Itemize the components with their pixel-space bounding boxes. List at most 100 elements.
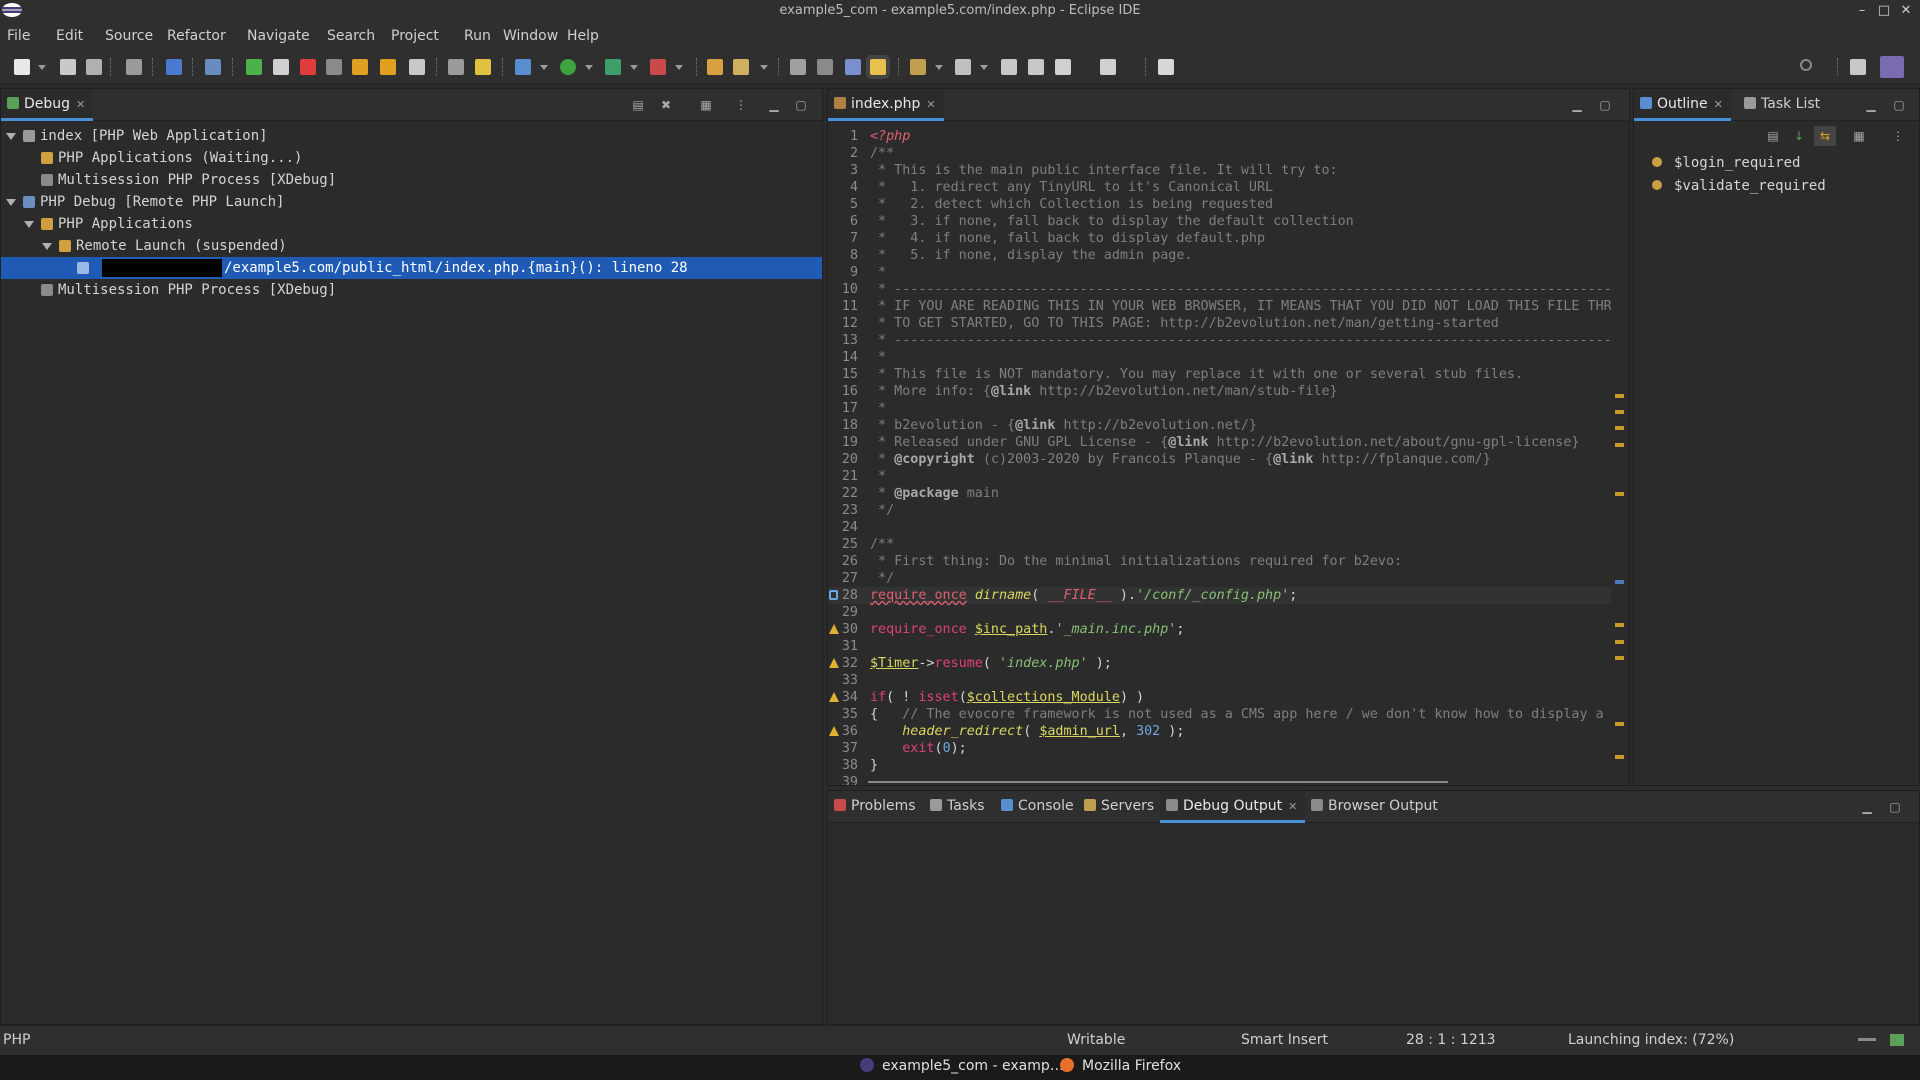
toggle-block-selection-icon[interactable]: [817, 59, 833, 75]
brush-icon[interactable]: [733, 59, 749, 75]
maximize-outline-icon[interactable]: ▢: [1892, 98, 1906, 112]
run-icon[interactable]: [560, 59, 576, 75]
menu-help[interactable]: Help: [567, 28, 599, 44]
code-line[interactable]: 4 * 1. redirect any TinyURL to it's Cano…: [828, 179, 1611, 196]
link-with-editor-icon[interactable]: ⇆: [1814, 126, 1836, 146]
code-line[interactable]: 11 * IF YOU ARE READING THIS IN YOUR WEB…: [828, 298, 1611, 315]
open-perspective-icon[interactable]: [1850, 59, 1866, 75]
code-line[interactable]: 3 * This is the main public interface fi…: [828, 162, 1611, 179]
code-line[interactable]: 20 * @copyright (c)2003-2020 by Francois…: [828, 451, 1611, 468]
next-annotation-icon[interactable]: [475, 59, 491, 75]
code-line[interactable]: 6 * 3. if none, fall back to display the…: [828, 213, 1611, 230]
taskbar-eclipse[interactable]: example5_com - examp…: [860, 1058, 1064, 1074]
tab-browser-output[interactable]: Browser Output: [1305, 791, 1446, 823]
disconnect-icon[interactable]: [326, 59, 342, 75]
next-edit-dropdown-icon[interactable]: [935, 65, 943, 70]
expand-chevron-icon[interactable]: [6, 133, 16, 140]
external-tools-icon[interactable]: [650, 59, 666, 75]
code-line[interactable]: 39: [828, 774, 1611, 785]
new-dropdown-icon[interactable]: [38, 65, 46, 70]
open-task-icon[interactable]: [166, 59, 182, 75]
last-edit-location-icon[interactable]: [1001, 59, 1017, 75]
new-file-icon[interactable]: [14, 59, 30, 75]
close-icon[interactable]: ✕: [76, 98, 85, 111]
warning-marker[interactable]: [1615, 640, 1624, 644]
forward-icon[interactable]: [1100, 59, 1116, 75]
warning-marker[interactable]: [1615, 394, 1624, 398]
collapse-outline-icon[interactable]: ▤: [1766, 129, 1780, 143]
debug-tree-item[interactable]: PHP Applications: [1, 213, 822, 235]
filter-icon[interactable]: ▦: [1852, 129, 1866, 143]
step-return-icon[interactable]: [409, 59, 425, 75]
debug-perspective-icon[interactable]: [1880, 56, 1904, 78]
save-all-icon[interactable]: [86, 59, 102, 75]
close-icon[interactable]: ✕: [1288, 800, 1297, 813]
save-icon[interactable]: [60, 59, 76, 75]
code-line[interactable]: 13 * -----------------------------------…: [828, 332, 1611, 349]
code-line[interactable]: 23 */: [828, 502, 1611, 519]
toggle-tree-icon[interactable]: ▦: [699, 98, 713, 112]
warning-marker[interactable]: [1615, 755, 1624, 759]
editor-horizontal-scrollbar[interactable]: [868, 781, 1448, 783]
code-line[interactable]: 12 * TO GET STARTED, GO TO THIS PAGE: ht…: [828, 315, 1611, 332]
code-line[interactable]: 31: [828, 638, 1611, 655]
warning-marker[interactable]: [1615, 492, 1624, 496]
expand-chevron-icon[interactable]: [24, 221, 34, 228]
prev-annotation-icon[interactable]: [955, 59, 971, 75]
code-line[interactable]: 21 *: [828, 468, 1611, 485]
suspend-icon[interactable]: [273, 59, 289, 75]
maximize-view-icon[interactable]: ▢: [794, 98, 808, 112]
expand-chevron-icon[interactable]: [42, 243, 52, 250]
code-line[interactable]: 25 /**: [828, 536, 1611, 553]
minimize-button[interactable]: –: [1851, 1, 1873, 21]
status-insert-mode[interactable]: Smart Insert: [1241, 1032, 1328, 1048]
warning-marker[interactable]: [1615, 426, 1624, 430]
skip-breakpoints-icon[interactable]: [205, 59, 221, 75]
forward-history-icon[interactable]: [1028, 59, 1044, 75]
maximize-panel-icon[interactable]: ▢: [1888, 800, 1902, 814]
menu-source[interactable]: Source: [105, 28, 153, 44]
print-icon[interactable]: [126, 59, 142, 75]
toggle-breadcrumb-icon[interactable]: [790, 59, 806, 75]
progress-view-icon[interactable]: [1890, 1034, 1904, 1046]
code-line[interactable]: 38}: [828, 757, 1611, 774]
code-line[interactable]: 8 * 5. if none, display the admin page.: [828, 247, 1611, 264]
open-folder-icon[interactable]: [707, 59, 723, 75]
code-line[interactable]: 1 <?php: [828, 128, 1611, 145]
progress-bar-icon[interactable]: [1858, 1038, 1876, 1041]
code-editor[interactable]: 1 <?php 2/** 3 * This is the main public in…: [828, 121, 1611, 785]
code-line[interactable]: 36 header_redirect( $admin_url, 302 );: [828, 723, 1611, 740]
coverage-icon[interactable]: [605, 59, 621, 75]
code-line[interactable]: 2 /**: [828, 145, 1611, 162]
menu-run[interactable]: Run: [464, 28, 491, 44]
step-over-icon[interactable]: [380, 59, 396, 75]
menu-search[interactable]: Search: [327, 28, 375, 44]
resume-icon[interactable]: [246, 59, 262, 75]
warning-marker[interactable]: [1615, 722, 1624, 726]
code-line[interactable]: 26 * First thing: Do the minimal initial…: [828, 553, 1611, 570]
prev-annotation-dropdown-icon[interactable]: [980, 65, 988, 70]
warning-marker[interactable]: [1615, 410, 1624, 414]
step-into-icon[interactable]: [352, 59, 368, 75]
code-line[interactable]: 37 exit(0);: [828, 740, 1611, 757]
debug-icon[interactable]: [515, 59, 531, 75]
view-menu-icon[interactable]: ⋮: [734, 98, 748, 112]
code-line[interactable]: 32 $Timer->resume( 'index.php' );: [828, 655, 1611, 672]
pin-editor-icon[interactable]: [1158, 59, 1174, 75]
code-line[interactable]: 24: [828, 519, 1611, 536]
menu-edit[interactable]: Edit: [56, 28, 83, 44]
minimize-panel-icon[interactable]: ▁: [1860, 800, 1874, 814]
minimize-editor-icon[interactable]: ▁: [1570, 98, 1584, 112]
tab-console[interactable]: Console: [995, 791, 1082, 823]
code-line[interactable]: 14 *: [828, 349, 1611, 366]
run-dropdown-icon[interactable]: [585, 65, 593, 70]
expand-chevron-icon[interactable]: [6, 199, 16, 206]
code-line[interactable]: 7 * 4. if none, fall back to display def…: [828, 230, 1611, 247]
tab-task-list[interactable]: Task List: [1738, 89, 1828, 121]
tab-debug-output[interactable]: Debug Output ✕: [1160, 791, 1306, 823]
code-line[interactable]: 5 * 2. detect which Collection is being …: [828, 196, 1611, 213]
outline-menu-icon[interactable]: ⋮: [1891, 129, 1905, 143]
code-line[interactable]: 30 require_once $inc_path.'_main.inc.php'…: [828, 621, 1611, 638]
code-line[interactable]: 27 */: [828, 570, 1611, 587]
terminate-icon[interactable]: [300, 59, 316, 75]
